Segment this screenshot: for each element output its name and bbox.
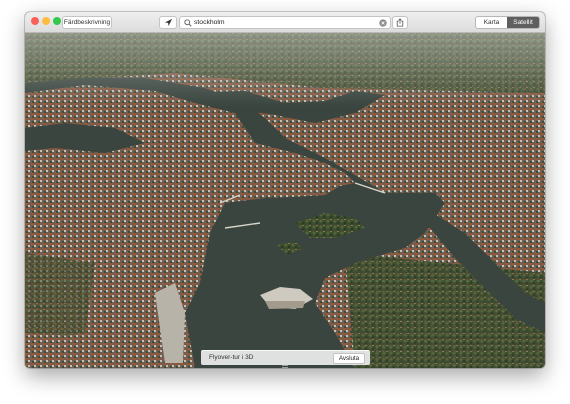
flyover-title: Flyover-tur i 3D [209, 354, 254, 361]
current-location-button[interactable] [159, 16, 177, 29]
grip-icon[interactable] [282, 365, 288, 368]
maps-window: Färdbeskrivning stockholm Karta Satellit… [25, 12, 545, 368]
share-button[interactable] [392, 16, 408, 29]
satellite-map-view[interactable] [25, 33, 545, 368]
location-arrow-icon [164, 18, 172, 27]
end-flyover-button[interactable]: Avsluta [333, 353, 365, 364]
map-mode-satellite-label: Satellit [513, 19, 533, 26]
map-mode-map-label: Karta [483, 19, 500, 26]
satellite-map-image [25, 33, 545, 368]
directions-button[interactable]: Färdbeskrivning [62, 16, 112, 29]
end-flyover-label: Avsluta [338, 355, 360, 362]
search-input[interactable]: stockholm [194, 17, 225, 28]
toolbar: Färdbeskrivning stockholm Karta Satellit [25, 12, 545, 33]
close-window-button[interactable] [31, 17, 39, 25]
map-mode-satellite-button[interactable]: Satellit [507, 16, 540, 29]
directions-label: Färdbeskrivning [63, 19, 111, 26]
share-icon [396, 18, 404, 27]
search-field[interactable]: stockholm [179, 16, 391, 29]
search-icon [184, 18, 192, 27]
clear-search-icon[interactable] [379, 18, 387, 27]
map-mode-map-button[interactable]: Karta [475, 16, 508, 29]
flyover-tour-bar: Flyover-tur i 3D Avsluta [201, 350, 370, 365]
zoom-window-button[interactable] [53, 17, 61, 25]
minimize-window-button[interactable] [42, 17, 50, 25]
